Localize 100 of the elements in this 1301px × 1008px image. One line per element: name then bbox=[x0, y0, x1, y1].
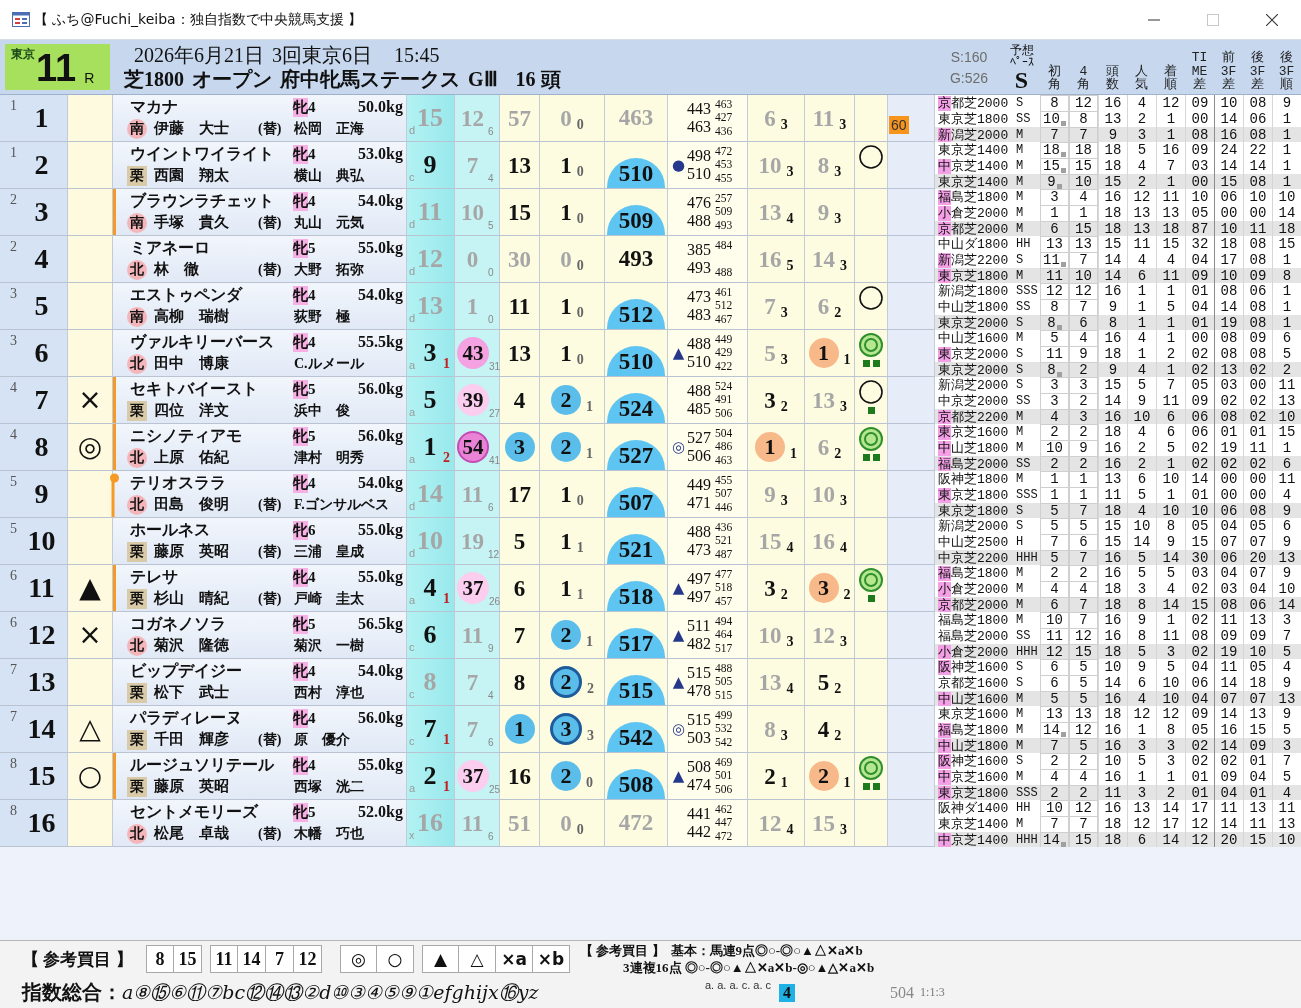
jockey-name: 横山 典弘 bbox=[294, 166, 365, 185]
index-value: 13 bbox=[417, 293, 443, 319]
pace-grade: HH bbox=[1016, 236, 1031, 252]
race-stat: 09 bbox=[1191, 95, 1209, 111]
horse-number: 8 bbox=[34, 431, 49, 463]
race-stat: 3 bbox=[1050, 394, 1059, 409]
index-value: 15 bbox=[417, 105, 443, 131]
pace-grade: M bbox=[1016, 189, 1024, 205]
race-stat: 20 bbox=[1220, 832, 1238, 848]
index-value: 4 bbox=[423, 575, 437, 601]
race-stat: 14 bbox=[1220, 111, 1238, 127]
race-stat: 13 bbox=[1249, 800, 1267, 816]
race-stat: 14 bbox=[1191, 471, 1209, 487]
sub-value: 26 bbox=[489, 596, 500, 607]
horse-number: 2 bbox=[34, 149, 49, 181]
race-stat: 7 bbox=[1282, 753, 1292, 769]
race-stat: 14 bbox=[1162, 550, 1180, 566]
race-stat: 2 bbox=[1050, 754, 1059, 769]
index-value: 1 bbox=[560, 153, 572, 177]
race-stat: 01 bbox=[1191, 487, 1209, 503]
race-stat: 5 bbox=[1282, 644, 1292, 660]
race-stat: 18 bbox=[1104, 816, 1122, 832]
race-stat: 10 bbox=[1043, 112, 1060, 127]
race-stat: 3 bbox=[1166, 738, 1176, 754]
race-stat: 1 bbox=[1137, 346, 1147, 362]
race-stat: 16 bbox=[1104, 189, 1122, 205]
race-stat: 16 bbox=[1104, 800, 1122, 816]
race-stat: 15 bbox=[1075, 222, 1092, 237]
figure-value: 488 bbox=[687, 212, 711, 230]
race-stat: 30 bbox=[1191, 550, 1209, 566]
race-stat: 08 bbox=[1191, 628, 1209, 644]
pick-box: 8 bbox=[146, 945, 174, 973]
race-stat: 10 bbox=[1046, 801, 1063, 816]
pace-grade: M bbox=[1016, 409, 1024, 425]
race-stat: 03 bbox=[1220, 377, 1238, 393]
sub-value: 0 bbox=[576, 305, 584, 321]
race-stat: 4 bbox=[1166, 581, 1176, 597]
past-race-course: 東京芝1600 bbox=[938, 706, 1009, 722]
pace-grade: M bbox=[1016, 440, 1024, 456]
index-value: 15 bbox=[508, 200, 531, 224]
race-stat: 17 bbox=[1162, 816, 1180, 832]
carried-weight: 54.0kg bbox=[358, 473, 403, 492]
race-stat: 15 bbox=[1043, 159, 1060, 174]
race-stat: 01 bbox=[1191, 769, 1209, 785]
race-stat: 2 bbox=[1050, 786, 1059, 801]
race-stat: 18 bbox=[1220, 236, 1238, 252]
split-value: 515 bbox=[715, 688, 733, 703]
prediction-mark: ○ bbox=[77, 761, 103, 791]
past-race-course: 東京芝1800 bbox=[938, 111, 1009, 127]
race-stat: 3 bbox=[1282, 612, 1292, 628]
pace-grade: S bbox=[1016, 753, 1024, 769]
race-stat: 3 bbox=[1137, 785, 1147, 801]
sub-value: 6 bbox=[488, 502, 495, 513]
race-stat: 7 bbox=[1050, 817, 1059, 832]
sub-value: 3 bbox=[840, 258, 847, 274]
past-race-course: 中山芝1600 bbox=[938, 691, 1009, 707]
figure-value: 483 bbox=[687, 306, 711, 324]
horse-name: ビップデイジー bbox=[130, 660, 243, 681]
split-value: 464 bbox=[715, 628, 733, 642]
race-stat: 11 bbox=[1162, 628, 1180, 644]
index-value: 11 bbox=[508, 294, 531, 318]
race-stat: 12 bbox=[1162, 706, 1180, 722]
past-race-course: 東京芝1600 bbox=[938, 424, 1009, 440]
maximize-icon bbox=[1206, 13, 1219, 26]
race-stat: 12 bbox=[1075, 629, 1092, 644]
index-value: 13 bbox=[812, 388, 835, 412]
horse-name: ニシノティアモ bbox=[130, 425, 243, 446]
split-value: 461 bbox=[715, 285, 733, 300]
race-stat: 15 bbox=[1075, 159, 1092, 174]
race-number: 11 bbox=[36, 46, 77, 88]
race-stat: 5 bbox=[1050, 504, 1059, 519]
pace-grade: S bbox=[1016, 252, 1024, 268]
past-race-course: 中京芝1400 bbox=[938, 158, 1009, 174]
race-stat: 87 bbox=[1191, 221, 1209, 237]
race-stat: 4 bbox=[1079, 582, 1088, 597]
sub-value: 27 bbox=[489, 408, 500, 419]
race-stat: 14 bbox=[1162, 597, 1180, 613]
sub-value: 0 bbox=[586, 775, 593, 791]
race-stat: 1 bbox=[1166, 769, 1176, 785]
race-stat: 18 bbox=[1104, 706, 1122, 722]
race-stat: 10 bbox=[1162, 691, 1180, 707]
past-race-course: 新潟芝2000 bbox=[938, 127, 1009, 143]
sex-age: 牝5 bbox=[293, 379, 316, 399]
race-stat: 4 bbox=[1079, 770, 1088, 785]
stable-badge: 栗 bbox=[127, 541, 147, 562]
race-stat: 6 bbox=[1282, 330, 1292, 346]
race-stat: 14 bbox=[1220, 816, 1238, 832]
circled-number: 54 bbox=[457, 431, 489, 463]
jockey-name: 菊沢 一樹 bbox=[294, 636, 365, 655]
race-stat: 12 bbox=[1075, 723, 1092, 738]
race-stat: 01 bbox=[1249, 424, 1267, 440]
index-value: 6 bbox=[817, 294, 830, 318]
race-stat: 11 bbox=[1249, 221, 1267, 237]
index-value: 1 bbox=[560, 294, 572, 318]
race-stat: 32 bbox=[1191, 236, 1209, 252]
carried-weight: 55.0kg bbox=[358, 238, 403, 257]
race-stat: 11 bbox=[1104, 785, 1122, 801]
stable-badge: 栗 bbox=[127, 400, 147, 421]
sub-value: 4 bbox=[786, 211, 794, 227]
sub-value: 2 bbox=[780, 587, 788, 603]
